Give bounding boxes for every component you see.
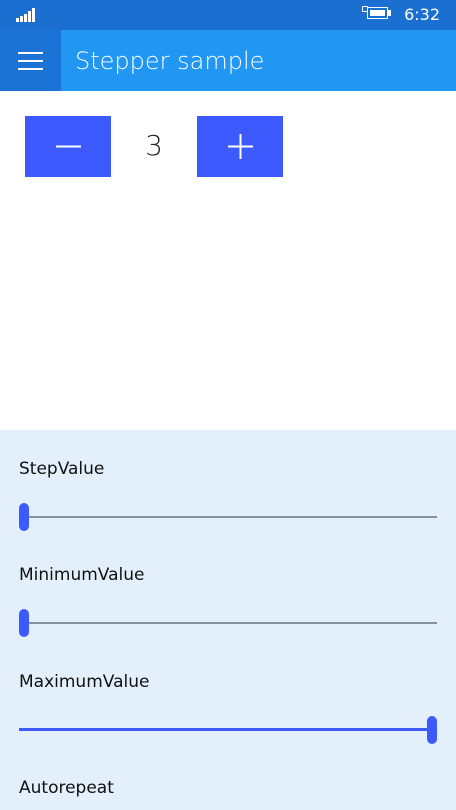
stepper-value: 3 xyxy=(145,129,163,162)
slider-track xyxy=(19,622,437,624)
status-bar: 6:32 xyxy=(0,0,456,30)
slider-thumb[interactable] xyxy=(427,716,437,744)
slider-thumb[interactable] xyxy=(19,609,29,637)
settings-panel: StepValue MinimumValue MaximumValue Auto… xyxy=(0,430,456,810)
app-header: Stepper sample xyxy=(0,30,456,91)
battery-charging-icon xyxy=(362,6,392,22)
increment-button[interactable] xyxy=(197,116,283,177)
plus-icon xyxy=(228,134,253,159)
decrement-button[interactable] xyxy=(25,116,111,177)
slider-thumb[interactable] xyxy=(19,503,29,531)
minimum-value-slider[interactable] xyxy=(19,608,437,638)
hamburger-menu-button[interactable] xyxy=(0,30,61,91)
status-time: 6:32 xyxy=(404,5,440,24)
maximum-value-label: MaximumValue xyxy=(19,672,150,692)
slider-track-fill xyxy=(19,728,432,731)
minus-icon xyxy=(56,145,81,148)
minimum-value-label: MinimumValue xyxy=(19,565,145,585)
signal-strength-icon xyxy=(16,8,36,22)
maximum-value-slider[interactable] xyxy=(19,715,437,745)
page-title: Stepper sample xyxy=(75,47,265,75)
autorepeat-label: Autorepeat xyxy=(19,778,114,798)
slider-track xyxy=(19,516,437,518)
app-screen: 6:32 Stepper sample 3 StepValue MinimumV… xyxy=(0,0,456,810)
step-value-label: StepValue xyxy=(19,459,105,479)
step-value-slider[interactable] xyxy=(19,502,437,532)
